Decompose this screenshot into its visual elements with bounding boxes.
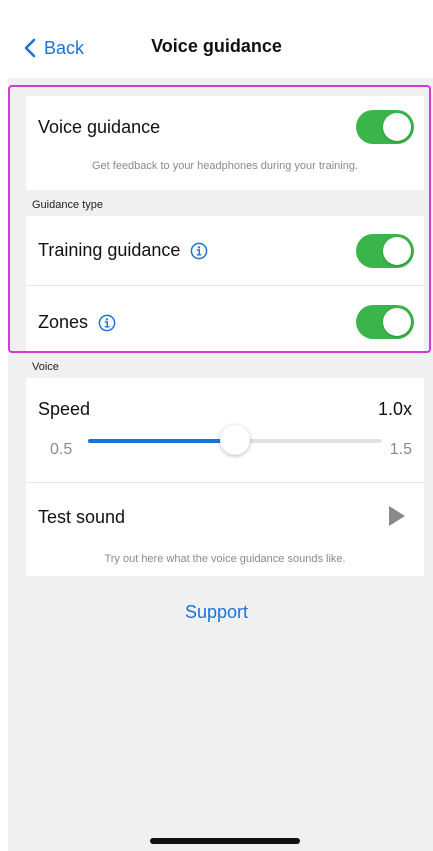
test-sound-description: Try out here what the voice guidance sou… bbox=[104, 553, 346, 565]
voice-card: Speed 1.0x 0.5 1.5 Test sound Try out he… bbox=[26, 378, 424, 576]
toggle-knob bbox=[383, 113, 411, 141]
guidance-type-section-label: Guidance type bbox=[32, 199, 103, 211]
voice-section-label: Voice bbox=[32, 361, 59, 373]
speed-min-label: 0.5 bbox=[50, 441, 73, 458]
guidance-type-card: Training guidance Zones bbox=[26, 216, 424, 353]
row-divider bbox=[26, 482, 424, 483]
voice-guidance-label: Voice guidance bbox=[38, 117, 161, 137]
home-indicator bbox=[150, 838, 300, 844]
info-icon[interactable] bbox=[190, 242, 208, 260]
play-icon[interactable] bbox=[388, 505, 406, 527]
page-title: Voice guidance bbox=[151, 36, 282, 56]
zones-toggle[interactable] bbox=[356, 305, 414, 339]
info-icon[interactable] bbox=[98, 314, 116, 332]
voice-guidance-toggle[interactable] bbox=[356, 110, 414, 144]
row-divider bbox=[26, 285, 424, 286]
voice-guidance-description: Get feedback to your headphones during y… bbox=[91, 160, 358, 172]
voice-guidance-card: Voice guidance Get feedback to your head… bbox=[26, 96, 424, 190]
speed-value: 1.0x bbox=[377, 399, 412, 419]
screen: Back Voice guidance Voice guidance Get f… bbox=[0, 0, 433, 851]
speed-slider-thumb[interactable] bbox=[220, 425, 250, 455]
zones-text: Zones bbox=[38, 312, 89, 332]
zones-label: Zones bbox=[38, 312, 116, 333]
test-sound-label: Test sound bbox=[38, 507, 126, 527]
speed-label: Speed bbox=[38, 399, 91, 419]
support-link[interactable]: Support bbox=[0, 602, 433, 623]
toggle-knob bbox=[383, 237, 411, 265]
training-guidance-label: Training guidance bbox=[38, 240, 208, 261]
training-guidance-text: Training guidance bbox=[38, 240, 181, 260]
speed-max-label: 1.5 bbox=[389, 441, 412, 458]
toggle-knob bbox=[383, 308, 411, 336]
speed-slider-fill bbox=[88, 439, 235, 443]
training-guidance-toggle[interactable] bbox=[356, 234, 414, 268]
